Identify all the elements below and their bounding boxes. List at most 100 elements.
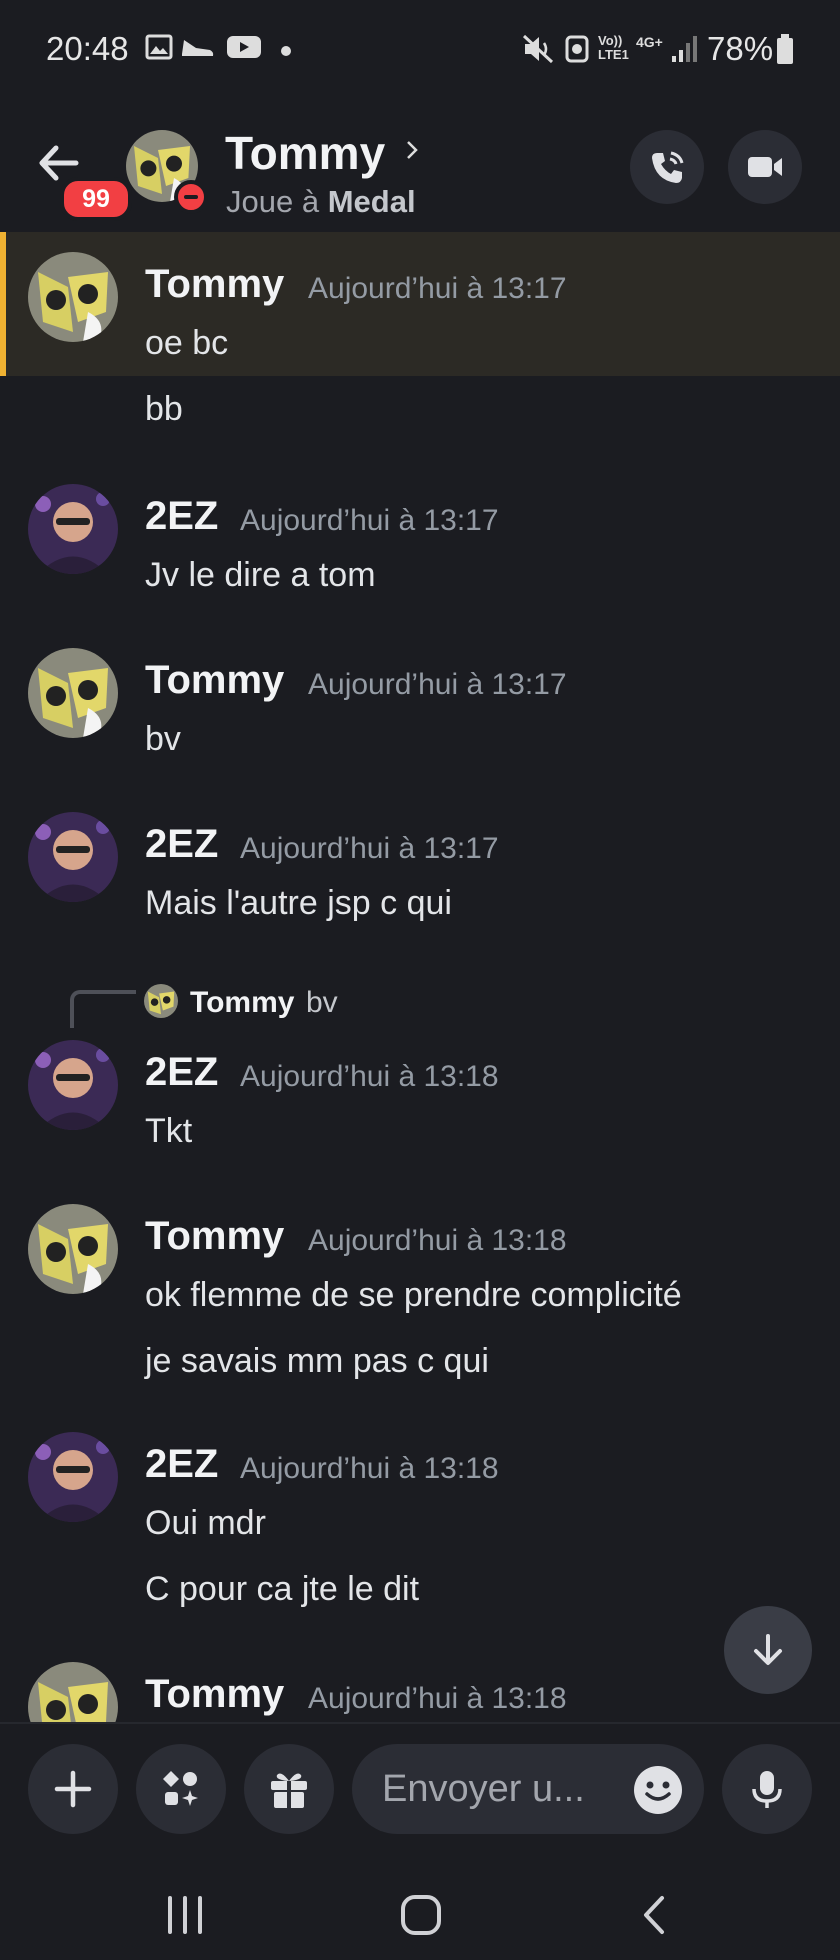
- activity-prefix: Joue à: [226, 184, 320, 219]
- battery-icon: [777, 34, 793, 64]
- message-author[interactable]: 2EZ: [145, 494, 218, 539]
- gallery-icon: [145, 34, 173, 60]
- avatar[interactable]: [28, 1040, 118, 1130]
- message-author[interactable]: Tommy: [145, 1214, 284, 1259]
- chevron-right-icon: [407, 141, 418, 159]
- avatar[interactable]: [28, 252, 118, 342]
- message-author[interactable]: 2EZ: [145, 1442, 218, 1487]
- volte-label: Vo)) LTE1: [598, 33, 629, 62]
- message-author[interactable]: 2EZ: [145, 822, 218, 867]
- message-text: je savais mm pas c qui: [145, 1342, 489, 1380]
- reply-connector: [70, 990, 136, 1028]
- avatar[interactable]: [28, 1204, 118, 1294]
- home-icon: [401, 1895, 441, 1935]
- status-bar: 20:48 Vo)) LTE1 4G+ 78%: [0, 0, 840, 100]
- message-timestamp: Aujourd’hui à 13:17: [308, 668, 567, 701]
- message-text: Oui mdr: [145, 1504, 266, 1542]
- message-timestamp: Aujourd’hui à 13:18: [308, 1682, 567, 1715]
- youtube-icon: [227, 36, 261, 58]
- recents-icon: [168, 1896, 202, 1934]
- video-camera-icon: [748, 157, 782, 177]
- message-text: bb: [145, 390, 183, 428]
- message-group[interactable]: Tommy Aujourd’hui à 13:17 bv: [0, 644, 840, 758]
- message-timestamp: Aujourd’hui à 13:17: [240, 504, 499, 537]
- reply-preview[interactable]: bv: [306, 986, 338, 1020]
- avatar[interactable]: [28, 812, 118, 902]
- message-group[interactable]: Tommy Aujourd’hui à 13:17 oe bc bb: [0, 232, 840, 428]
- arrow-down-icon: [754, 1634, 782, 1665]
- message-timestamp: Aujourd’hui à 13:17: [240, 832, 499, 865]
- attach-button[interactable]: [28, 1744, 118, 1834]
- message-timestamp: Aujourd’hui à 13:17: [308, 272, 567, 305]
- activity-status: Joue à Medal: [226, 184, 416, 220]
- message-group[interactable]: Tommy Aujourd’hui à 13:18 ok flemme de s…: [0, 1200, 840, 1380]
- reply-author[interactable]: Tommy: [190, 986, 294, 1020]
- shoe-icon: [182, 40, 214, 56]
- user-photo-avatar-icon: [28, 484, 118, 574]
- unread-badge: 99: [60, 177, 132, 221]
- message-timestamp: Aujourd’hui à 13:18: [240, 1060, 499, 1093]
- message-timestamp: Aujourd’hui à 13:18: [308, 1224, 567, 1257]
- chat-header: 99 Tommy Joue à Medal: [0, 100, 840, 232]
- gift-button[interactable]: [244, 1744, 334, 1834]
- voice-call-button[interactable]: [630, 130, 704, 204]
- message-group[interactable]: 2EZ Aujourd’hui à 13:17 Mais l'autre jsp…: [0, 808, 840, 922]
- message-author[interactable]: Tommy: [145, 658, 284, 703]
- avatar[interactable]: [28, 1432, 118, 1522]
- message-text: Tkt: [145, 1112, 193, 1150]
- user-photo-avatar-icon: [28, 812, 118, 902]
- owl-avatar-icon: [28, 252, 118, 342]
- message-group[interactable]: 2EZ Aujourd’hui à 13:17 Jv le dire a tom: [0, 480, 840, 594]
- message-text: bv: [145, 720, 181, 758]
- apps-icon: [163, 1771, 198, 1806]
- home-button[interactable]: [386, 1880, 456, 1950]
- contact-name[interactable]: Tommy: [225, 126, 385, 180]
- status-time: 20:48: [46, 30, 129, 67]
- signal-icon: [672, 36, 697, 62]
- activity-game: Medal: [327, 184, 416, 219]
- user-photo-avatar-icon: [28, 1040, 118, 1130]
- microphone-icon: [752, 1771, 782, 1808]
- video-call-button[interactable]: [728, 130, 802, 204]
- message-input[interactable]: Envoyer u...: [352, 1744, 704, 1834]
- message-input-placeholder: Envoyer u...: [382, 1768, 585, 1810]
- message-group[interactable]: 2EZ Aujourd’hui à 13:18 Oui mdr C pour c…: [0, 1428, 840, 1608]
- recents-button[interactable]: [150, 1880, 220, 1950]
- phone-call-icon: [652, 151, 684, 183]
- message-text: Jv le dire a tom: [145, 556, 376, 594]
- system-nav-bar: [0, 1862, 840, 1960]
- owl-avatar-icon: [28, 1204, 118, 1294]
- owl-avatar-icon: [28, 648, 118, 738]
- owl-avatar-icon: [144, 984, 178, 1018]
- notification-dot-icon: [281, 46, 291, 56]
- message-text: ok flemme de se prendre complicité: [145, 1276, 682, 1314]
- voice-message-button[interactable]: [722, 1744, 812, 1834]
- back-icon: [644, 1896, 664, 1934]
- message-text: oe bc: [145, 324, 229, 362]
- dnd-status-icon: [174, 180, 208, 214]
- data-saver-icon: [565, 35, 589, 63]
- jump-to-latest-button[interactable]: [724, 1606, 812, 1694]
- battery-percent: 78%: [707, 30, 774, 67]
- owl-avatar-icon: [28, 1662, 118, 1722]
- message-group[interactable]: Tommy Aujourd’hui à 13:18: [0, 1658, 840, 1722]
- avatar[interactable]: [28, 648, 118, 738]
- message-group[interactable]: Tommy bv 2EZ Aujourd’hui à 13:18 Tkt: [0, 972, 840, 1152]
- apps-button[interactable]: [136, 1744, 226, 1834]
- message-author[interactable]: Tommy: [145, 1672, 284, 1717]
- message-timestamp: Aujourd’hui à 13:18: [240, 1452, 499, 1485]
- message-author[interactable]: Tommy: [145, 262, 284, 307]
- gift-icon: [271, 1773, 307, 1808]
- emoji-button[interactable]: [632, 1764, 684, 1816]
- message-text: Mais l'autre jsp c qui: [145, 884, 452, 922]
- avatar[interactable]: [28, 484, 118, 574]
- network-type-label: 4G+: [636, 34, 663, 50]
- nav-back-button[interactable]: [620, 1880, 690, 1950]
- message-text: C pour ca jte le dit: [145, 1570, 420, 1608]
- message-list[interactable]: Tommy Aujourd’hui à 13:17 oe bc bb 2EZ A…: [0, 232, 840, 1722]
- avatar[interactable]: [28, 1662, 118, 1722]
- emoji-icon: [634, 1766, 682, 1814]
- plus-icon: [54, 1770, 92, 1808]
- message-author[interactable]: 2EZ: [145, 1050, 218, 1095]
- user-photo-avatar-icon: [28, 1432, 118, 1522]
